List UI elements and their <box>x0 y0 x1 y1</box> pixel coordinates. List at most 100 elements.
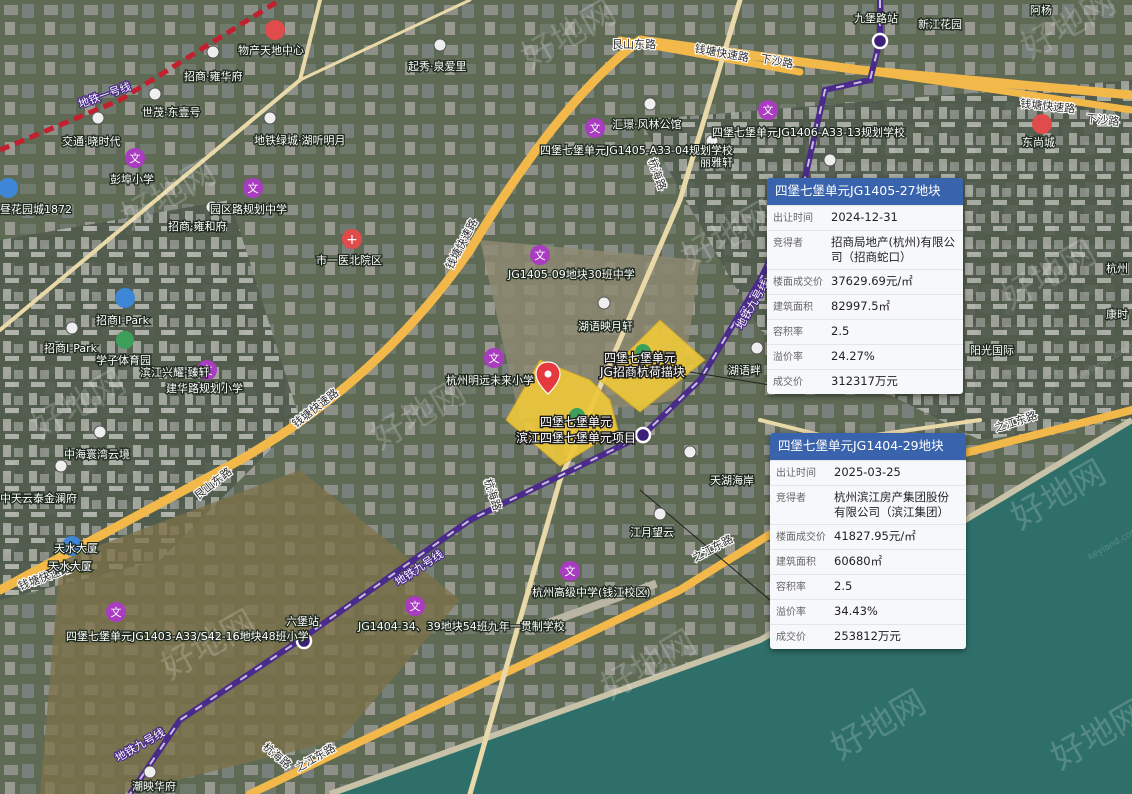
card-key: 成交价 <box>776 632 806 643</box>
poi-label: 汇璟·风林公馆 <box>612 117 682 131</box>
poi-label: 滨江兴耀·臻轩 <box>140 365 210 379</box>
land-info-card-jg1404-29[interactable]: 四堡七堡单元JG1404-29地块 出让时间 2025-03-25 竞得者 杭州… <box>770 433 966 649</box>
poi-label: 建华路规划小学 <box>166 381 243 395</box>
poi-label: 新江花园 <box>918 17 962 31</box>
card-row-date: 出让时间 2025-03-25 <box>770 460 966 485</box>
land-info-card-jg1405-27[interactable]: 四堡七堡单元JG1405-27地块 出让时间 2024-12-31 竞得者 招商… <box>767 178 963 394</box>
poi-label: 昼花园城1872 <box>0 203 72 216</box>
poi-label: 招商·雍和府 <box>168 219 227 233</box>
card-value: 253812万元 <box>834 629 901 643</box>
card-key: 出让时间 <box>773 213 813 224</box>
road-label-liangshan-east-n: 艮山东路 <box>612 38 656 51</box>
svg-text:文: 文 <box>130 151 141 165</box>
poi-label: JG1404-34、39地块54班九年一贯制学校 <box>357 619 565 633</box>
poi-label: 杭州 <box>1106 261 1128 275</box>
poi-label: 起秀·泉爱里 <box>408 59 467 73</box>
card-row-plot-ratio: 容积率 2.5 <box>770 574 966 599</box>
card-value: 41827.95元/㎡ <box>834 529 916 543</box>
card-row-floor-price: 楼面成交价 37629.69元/㎡ <box>767 269 963 294</box>
poi-label: 天湖海岸 <box>710 473 754 487</box>
poi-label: 市一医北院区 <box>316 253 382 267</box>
card-value: 杭州滨江房产集团股份有限公司（滨江集团） <box>834 490 949 519</box>
svg-text:文: 文 <box>590 121 601 135</box>
shopping-icon-dongshang <box>1032 114 1052 134</box>
metro-station-jiubao[interactable] <box>871 32 889 50</box>
location-pin-dot <box>544 370 552 378</box>
card-row-winner: 竞得者 杭州滨江房产集团股份有限公司（滨江集团） <box>770 485 966 524</box>
card-key: 建筑面积 <box>776 557 816 568</box>
card-value: 37629.69元/㎡ <box>831 274 913 288</box>
poi-label: 中海寰湾云境 <box>64 447 130 461</box>
metro-station-sibao[interactable] <box>634 426 652 444</box>
poi-label: 杭州高级中学(钱江校区) <box>532 585 651 599</box>
card-value: 34.43% <box>834 604 878 618</box>
card-title: 四堡七堡单元JG1404-29地块 <box>770 433 966 460</box>
card-key: 溢价率 <box>776 607 806 618</box>
card-row-deal-price: 成交价 312317万元 <box>767 369 963 394</box>
poi-label: 四堡七堡单元JG1406-A33-13规划学校 <box>712 125 905 139</box>
plot-b-label-1: 四堡七堡单元 <box>540 414 612 429</box>
svg-text:文: 文 <box>763 103 774 117</box>
poi-label: 湖语映月轩 <box>578 319 633 333</box>
card-value: 24.27% <box>831 349 875 363</box>
card-key: 楼面成交价 <box>776 532 826 543</box>
poi-label: 园区路规划中学 <box>210 202 287 216</box>
poi-label: 中天云泰金澜府 <box>0 491 77 505</box>
card-row-plot-ratio: 容积率 2.5 <box>767 319 963 344</box>
card-row-building-area: 建筑面积 82997.5㎡ <box>767 294 963 319</box>
card-row-deal-price: 成交价 253812万元 <box>770 624 966 649</box>
card-key: 建筑面积 <box>773 302 813 313</box>
card-key: 竞得者 <box>776 493 806 504</box>
metro-station-label-jiubao: 九堡路站 <box>854 11 898 25</box>
plot-a-label-1: 四堡七堡单元 <box>604 350 676 365</box>
card-row-building-area: 建筑面积 60680㎡ <box>770 549 966 574</box>
svg-text:文: 文 <box>535 248 546 262</box>
card-key: 容积率 <box>776 582 806 593</box>
poi-label: 丽雅轩 <box>700 155 733 169</box>
card-value: 招商局地产(杭州)有限公司（招商蛇口） <box>831 235 955 264</box>
card-value: 82997.5㎡ <box>831 299 891 313</box>
card-value: 60680㎡ <box>834 554 883 568</box>
poi-label: 招商I-Park <box>96 313 150 327</box>
poi-label: 世茂·东壹号 <box>142 105 201 119</box>
poi-label: 康时 <box>1106 307 1128 321</box>
card-title: 四堡七堡单元JG1405-27地块 <box>767 178 963 205</box>
metro-station-label-liubao: 六堡站 <box>286 614 319 628</box>
card-value: 2025-03-25 <box>834 465 901 479</box>
poi-label: JG1405-09地块30班中学 <box>507 267 635 281</box>
card-key: 楼面成交价 <box>773 277 823 288</box>
poi-label: 学子体育园 <box>96 353 151 367</box>
card-value: 312317万元 <box>831 374 898 388</box>
card-value: 2.5 <box>834 579 853 593</box>
card-row-premium-rate: 溢价率 24.27% <box>767 344 963 369</box>
poi-label: 天水大厦 <box>54 541 98 555</box>
plot-b-label-2: 滨江四堡七堡单元项目 <box>516 430 636 445</box>
svg-text:文: 文 <box>489 351 500 365</box>
card-key: 出让时间 <box>776 468 816 479</box>
card-key: 成交价 <box>773 377 803 388</box>
card-row-winner: 竞得者 招商局地产(杭州)有限公司（招商蛇口） <box>767 230 963 269</box>
card-row-date: 出让时间 2024-12-31 <box>767 205 963 230</box>
svg-text:文: 文 <box>111 605 122 619</box>
poi-label: 地铁绿城·湖听明月 <box>254 133 346 147</box>
plot-a-label-2: JG招商杭荷描块 <box>599 364 685 379</box>
poi-label: 交通·晓时代 <box>62 134 121 148</box>
poi-label: 阳光国际 <box>970 343 1014 357</box>
park-icon <box>116 331 134 349</box>
hospital-cross: + <box>346 232 358 248</box>
poi-label: 招商·雍华府 <box>184 69 243 83</box>
svg-text:文: 文 <box>410 599 421 613</box>
card-value: 2024-12-31 <box>831 210 898 224</box>
card-key: 溢价率 <box>773 352 803 363</box>
shopping-icon <box>265 20 285 40</box>
poi-label: 天水大厦 <box>48 559 92 573</box>
poi-label: 物产天地中心 <box>238 43 304 57</box>
shopping-icon-ipark <box>115 288 135 308</box>
poi-label: 湖语畔 <box>728 364 761 377</box>
svg-text:文: 文 <box>565 564 576 578</box>
satellite-map[interactable]: 文文文 文文文 文文文 文 + 艮山东路 钱塘快速路 下沙路 钱塘快速路 下沙路… <box>0 0 1132 794</box>
poi-label: 潮映华府 <box>132 779 176 793</box>
card-row-floor-price: 楼面成交价 41827.95元/㎡ <box>770 524 966 549</box>
card-value: 2.5 <box>831 324 850 338</box>
card-key: 容积率 <box>773 327 803 338</box>
